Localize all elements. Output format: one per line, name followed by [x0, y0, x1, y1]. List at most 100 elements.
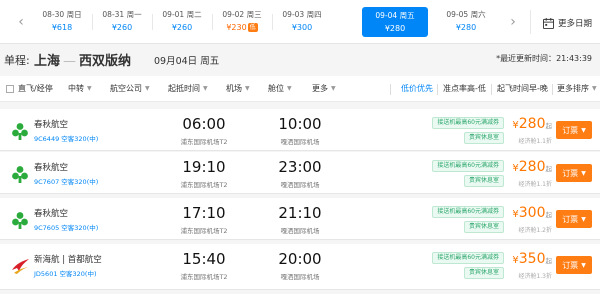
- price: ¥350起 经济舱1.3折: [512, 250, 552, 280]
- more-dates-button[interactable]: 更多日期: [543, 14, 592, 32]
- departure-airport: 浦东国际机场T2: [180, 138, 228, 146]
- promo-lounge-badge: 贵宾休息室: [463, 267, 504, 279]
- sort-ontime-rate[interactable]: 准点率高-低: [443, 83, 486, 94]
- direct-filter-label[interactable]: 直飞/经停: [18, 83, 53, 94]
- price-value: 280: [518, 159, 546, 175]
- date-label: 08-31 周一: [102, 10, 142, 19]
- airline-name: 春秋航空: [34, 163, 69, 173]
- price-suffix: 起: [545, 211, 553, 219]
- flight-number[interactable]: 9C7607 空客320(中): [34, 176, 98, 186]
- direct-checkbox[interactable]: [6, 85, 14, 93]
- route-dash: —: [63, 54, 77, 69]
- arrival-airport: 嘎洒国际机场: [280, 181, 320, 189]
- date-price: ¥280: [384, 24, 406, 33]
- departure: 17:10 浦东国际机场T2: [168, 204, 240, 235]
- book-label: 订票: [562, 214, 579, 224]
- price: ¥300起 经济舱1.2折: [512, 204, 552, 234]
- departure-time: 15:40: [182, 250, 226, 268]
- flight-row[interactable]: 春秋航空 9C6449 空客320(中) 06:00 浦东国际机场T2 10:0…: [0, 109, 600, 151]
- date-label: 08-30 周日: [42, 10, 82, 19]
- book-button[interactable]: 订票 ▼: [556, 121, 592, 139]
- arrival-time: 21:10: [278, 204, 322, 222]
- departure: 06:00 浦东国际机场T2: [168, 115, 240, 146]
- filter-label: 起抵时间: [168, 84, 200, 93]
- lowest-badge: 低: [247, 23, 258, 32]
- price-value: 300: [518, 205, 546, 221]
- flight-row[interactable]: 春秋航空 9C7605 空客320(中) 17:10 浦东国际机场T2 21:1…: [0, 198, 600, 240]
- chevron-down-icon: ▼: [581, 169, 586, 177]
- arrival-time: 23:00: [278, 158, 322, 176]
- book-button[interactable]: 订票 ▼: [556, 164, 592, 182]
- promo-coupon-badge: 接送机最高60元满减券: [432, 117, 504, 129]
- date-cell-0903[interactable]: 09-03 周四 ¥300: [274, 6, 330, 38]
- book-button[interactable]: 订票 ▼: [556, 210, 592, 228]
- flight-number[interactable]: 9C7605 空客320(中): [34, 222, 98, 232]
- filter-more[interactable]: 更多 ▼: [312, 83, 336, 94]
- sort-departure-time[interactable]: 起飞时间早-晚: [497, 83, 548, 94]
- chevron-down-icon: ▼: [581, 215, 586, 223]
- flight-row[interactable]: 春秋航空 9C7607 空客320(中) 19:10 浦东国际机场T2 23:0…: [0, 152, 600, 194]
- chevron-down-icon: ▼: [287, 85, 292, 92]
- price-amount: ¥280起: [512, 115, 552, 135]
- capital-airlines-logo-icon: [12, 259, 29, 274]
- filter-transfer[interactable]: 中转 ▼: [68, 83, 92, 94]
- date-cell-0904-selected[interactable]: 09-04 周五 ¥280: [362, 7, 428, 37]
- airline-name: 春秋航空: [34, 120, 69, 130]
- date-label: 09-03 周四: [282, 10, 322, 19]
- filter-label: 机场: [226, 84, 242, 93]
- more-dates-label: 更多日期: [558, 19, 593, 29]
- flight-row[interactable]: 新海航 | 首都航空 JD5601 空客320(中) 15:40 浦东国际机场T…: [0, 244, 600, 290]
- chevron-down-icon: ▼: [581, 261, 586, 269]
- arrival-airport: 嘎洒国际机场: [280, 227, 320, 235]
- price: ¥280起 经济舱1.1折: [512, 115, 552, 145]
- arrival-airport: 嘎洒国际机场: [280, 138, 320, 146]
- flight-number[interactable]: JD5601 空客320(中): [34, 268, 97, 278]
- arrival-time: 20:00: [278, 250, 322, 268]
- origin-city: 上海: [34, 54, 61, 69]
- airline-name: 新海航 | 首都航空: [34, 255, 102, 265]
- cabin-discount: 经济舱1.3折: [518, 273, 552, 280]
- arrival: 20:00 嘎洒国际机场: [270, 250, 330, 281]
- route-header: 单程: 上海 — 西双版纳 09月04日 周五 *最近更新时间：21:43:39: [0, 44, 600, 72]
- divider: [92, 14, 93, 30]
- cabin-discount: 经济舱1.1折: [518, 181, 552, 188]
- filter-airline[interactable]: 航空公司 ▼: [110, 83, 150, 94]
- arrival: 23:00 嘎洒国际机场: [270, 158, 330, 189]
- filter-label: 舱位: [268, 84, 284, 93]
- filter-label: 中转: [68, 84, 84, 93]
- date-cell-0902[interactable]: 09-02 周三 ¥230 低: [214, 6, 270, 38]
- date-strip: ‹ 08-30 周日 ¥618 08-31 周一 ¥260 09-01 周二 ¥…: [0, 0, 600, 44]
- cabin-discount: 经济舱1.2折: [518, 227, 552, 234]
- departure: 15:40 浦东国际机场T2: [168, 250, 240, 281]
- spring-airlines-logo-icon: [12, 166, 28, 183]
- cabin-discount: 经济舱1.1折: [518, 138, 552, 145]
- filter-cabin[interactable]: 舱位 ▼: [268, 83, 292, 94]
- divider: [272, 14, 273, 30]
- last-update-time: 21:43:39: [556, 54, 592, 63]
- travel-date: 09月04日 周五: [154, 56, 220, 67]
- date-cell-0830[interactable]: 08-30 周日 ¥618: [34, 6, 90, 38]
- next-dates-arrow-icon[interactable]: ›: [502, 8, 524, 36]
- promo-coupon-badge: 接送机最高60元满减券: [432, 252, 504, 264]
- chevron-down-icon: ▼: [87, 85, 92, 92]
- filter-departure-time[interactable]: 起抵时间 ▼: [168, 83, 208, 94]
- date-price-lowest: ¥230 低: [214, 21, 270, 35]
- book-button[interactable]: 订票 ▼: [556, 256, 592, 274]
- date-cell-0831[interactable]: 08-31 周一 ¥260: [94, 6, 150, 38]
- prev-dates-arrow-icon[interactable]: ‹: [10, 8, 32, 36]
- price-value: ¥230: [226, 23, 247, 32]
- spring-airlines-logo-icon: [12, 123, 28, 140]
- date-cell-0901[interactable]: 09-01 周二 ¥260: [154, 6, 210, 38]
- sort-lowest-price[interactable]: 低价优先: [401, 83, 433, 94]
- filter-airport[interactable]: 机场 ▼: [226, 83, 250, 94]
- flight-number[interactable]: 9C6449 空客320(中): [34, 133, 98, 143]
- price-suffix: 起: [545, 122, 553, 130]
- sort-more[interactable]: 更多排序 ▼: [557, 83, 597, 94]
- filter-label: 航空公司: [110, 84, 142, 93]
- date-price: ¥260: [111, 23, 133, 32]
- promotions: 接送机最高60元满减券 贵宾休息室: [432, 117, 504, 144]
- filter-label: 更多: [312, 84, 328, 93]
- book-label: 订票: [562, 125, 579, 135]
- trip-type-label: 单程:: [4, 54, 30, 67]
- date-cell-0905[interactable]: 09-05 周六 ¥280: [438, 6, 494, 38]
